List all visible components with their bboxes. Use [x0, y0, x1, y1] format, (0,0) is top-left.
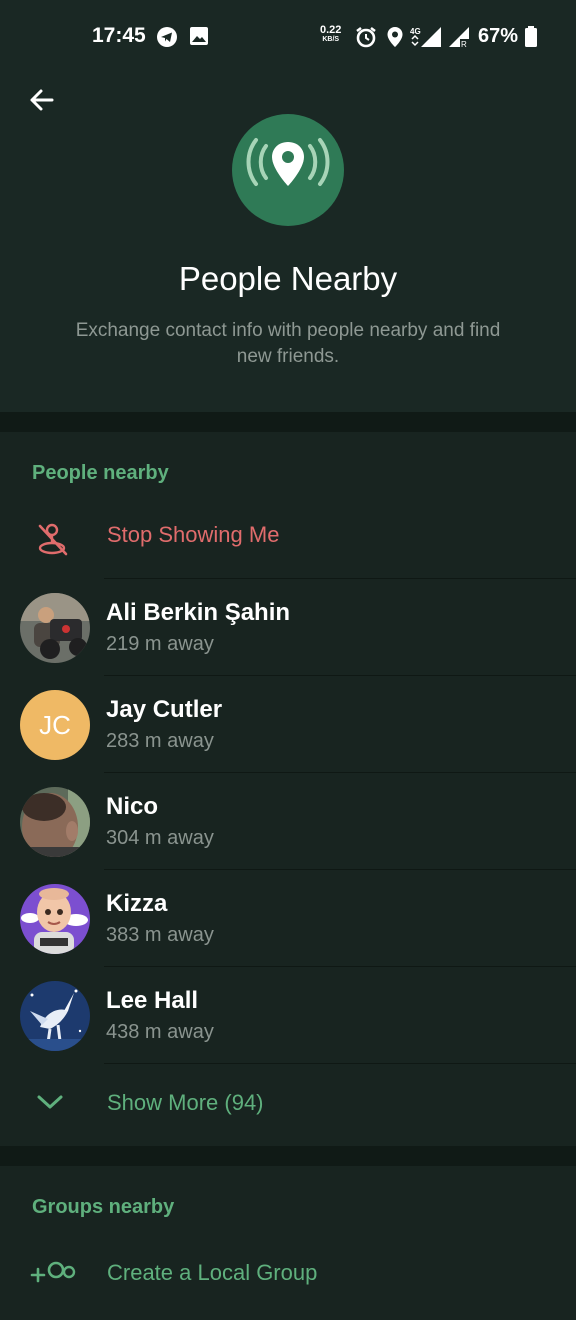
section-header-groups: Groups nearby	[32, 1196, 175, 1218]
show-more-button[interactable]: Show More (94)	[0, 1070, 576, 1140]
telegram-icon	[156, 26, 178, 53]
divider	[104, 1063, 576, 1064]
status-time: 17:45	[92, 24, 146, 47]
person-name: Kizza	[106, 890, 168, 917]
avatar	[20, 593, 90, 663]
person-distance: 283 m away	[106, 730, 214, 752]
svg-text:R: R	[461, 40, 467, 48]
person-row[interactable]: Nico 304 m away	[0, 773, 576, 870]
people-nearby-section: People nearby Stop Showing Me Ali Berkin…	[0, 432, 576, 1146]
page-subtitle: Exchange contact info with people nearby…	[75, 320, 501, 367]
section-header-people: People nearby	[32, 462, 169, 484]
show-more-label: Show More (94)	[107, 1090, 264, 1115]
avatar: JC	[20, 690, 90, 760]
person-distance: 438 m away	[106, 1021, 214, 1043]
create-local-group-label: Create a Local Group	[107, 1260, 318, 1285]
person-row[interactable]: Ali Berkin Şahin 219 m away	[0, 579, 576, 676]
location-icon	[386, 26, 404, 53]
person-distance: 383 m away	[106, 924, 214, 946]
groups-nearby-section: Groups nearby Create a Local Group	[0, 1166, 576, 1285]
back-button[interactable]	[22, 80, 62, 120]
person-name: Nico	[106, 793, 159, 820]
person-name: Ali Berkin Şahin	[106, 599, 291, 626]
create-local-group-button[interactable]: Create a Local Group	[0, 1250, 576, 1320]
person-name: Jay Cutler	[106, 696, 223, 723]
stop-showing-me-label: Stop Showing Me	[107, 522, 280, 547]
page-title: People Nearby	[178, 260, 398, 297]
gallery-icon	[189, 26, 209, 51]
chevron-down-icon	[36, 1092, 64, 1117]
person-row[interactable]: Kizza 383 m away	[0, 870, 576, 967]
avatar	[20, 787, 90, 857]
avatar	[20, 884, 90, 954]
section-divider	[0, 1146, 576, 1166]
location-broadcast-icon	[232, 114, 344, 226]
battery-percent: 67%	[478, 25, 519, 47]
avatar	[20, 981, 90, 1051]
person-row[interactable]: Lee Hall 438 m away	[0, 967, 576, 1064]
add-group-icon	[30, 1260, 76, 1301]
net-speed: 0.22 KB/S	[320, 24, 342, 44]
person-distance: 219 m away	[106, 633, 214, 655]
alarm-icon	[355, 26, 377, 53]
status-bar: 17:45 0.22 KB/S 4G R 67%	[0, 0, 576, 74]
signal-icon: 4G	[410, 26, 442, 53]
person-name: Lee Hall	[106, 987, 199, 1014]
battery-icon	[524, 26, 538, 53]
signal-roaming-icon: R	[448, 26, 470, 53]
arrow-left-icon	[30, 89, 54, 111]
location-off-icon	[34, 520, 72, 563]
svg-text:4G: 4G	[410, 27, 421, 36]
person-distance: 304 m away	[106, 827, 214, 849]
section-divider	[0, 412, 576, 432]
stop-showing-me-button[interactable]: Stop Showing Me	[0, 502, 576, 572]
person-row[interactable]: JC Jay Cutler 283 m away	[0, 676, 576, 773]
header: People Nearby Exchange contact info with…	[0, 74, 576, 412]
